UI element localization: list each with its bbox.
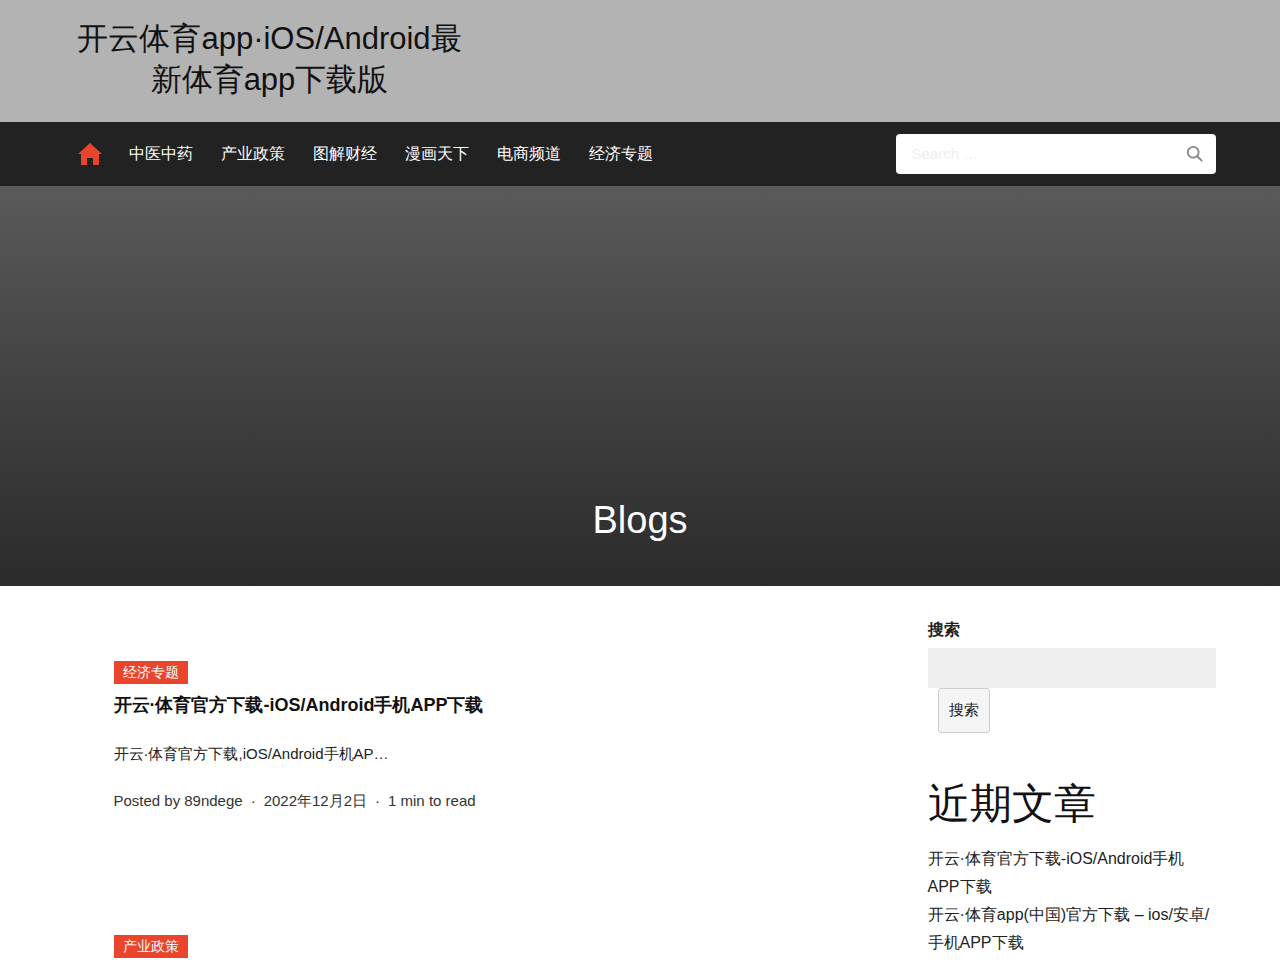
home-icon[interactable] — [77, 142, 103, 166]
post-list: 经济专题开云·体育官方下载-iOS/Android手机APP下载开云·体育官方下… — [65, 586, 880, 960]
nav-item[interactable]: 漫画天下 — [391, 134, 483, 174]
nav-item[interactable]: 经济专题 — [575, 134, 667, 174]
nav-item[interactable]: 图解财经 — [299, 134, 391, 174]
sidebar-search-input[interactable] — [928, 648, 1216, 688]
site-title[interactable]: 开云体育app·iOS/Android最新体育app下载版 — [65, 0, 475, 120]
search-icon[interactable] — [1186, 145, 1204, 163]
meta-separator: · — [251, 790, 256, 813]
recent-post-item[interactable]: 开云·体育官方下载-iOS/Android手机APP下载 — [928, 845, 1216, 901]
nav-item[interactable]: 中医中药 — [115, 134, 207, 174]
sidebar-search-title: 搜索 — [928, 618, 1216, 642]
post-meta: Posted by89ndege · 2022年12月2日 · 1 min to rea… — [114, 790, 880, 813]
search-input[interactable] — [896, 137, 1186, 172]
nav-item[interactable]: 电商频道 — [483, 134, 575, 174]
sidebar: 搜索搜索近期文章开云·体育官方下载-iOS/Android手机APP下载开云·体… — [928, 586, 1216, 960]
post-excerpt: 开云·体育官方下载,iOS/Android手机AP… — [114, 743, 880, 766]
nav-menu: 中医中药产业政策图解财经漫画天下电商频道经济专题 — [115, 134, 896, 174]
author-link[interactable]: 89ndege — [184, 790, 242, 813]
recent-posts-list: 开云·体育官方下载-iOS/Android手机APP下载开云·体育app(中国)… — [928, 845, 1216, 957]
post-card: 产业政策 — [114, 934, 880, 958]
site-header: 开云体育app·iOS/Android最新体育app下载版 — [0, 0, 1280, 122]
hero-title: Blogs — [592, 498, 687, 586]
meta-separator: · — [375, 790, 380, 813]
search-box — [896, 134, 1216, 174]
sidebar-search-button[interactable]: 搜索 — [938, 688, 990, 733]
home-link[interactable] — [65, 142, 115, 166]
post-title[interactable]: 开云·体育官方下载-iOS/Android手机APP下载 — [114, 692, 880, 719]
nav-item[interactable]: 产业政策 — [207, 134, 299, 174]
recent-posts-title: 近期文章 — [928, 779, 1216, 829]
category-tag[interactable]: 产业政策 — [114, 935, 188, 958]
hero-banner: Blogs — [0, 186, 1280, 586]
recent-post-item[interactable]: 开云·体育app(中国)官方下载 – ios/安卓/手机APP下载 — [928, 901, 1216, 957]
post-date[interactable]: 2022年12月2日 — [264, 790, 367, 813]
category-tag[interactable]: 经济专题 — [114, 661, 188, 684]
post-card: 经济专题开云·体育官方下载-iOS/Android手机APP下载开云·体育官方下… — [114, 660, 880, 812]
content: 经济专题开云·体育官方下载-iOS/Android手机APP下载开云·体育官方下… — [53, 586, 1228, 960]
main-nav: 中医中药产业政策图解财经漫画天下电商频道经济专题 — [0, 122, 1280, 186]
posted-by-label: Posted by — [114, 790, 181, 813]
read-time: 1 min to read — [388, 790, 476, 813]
